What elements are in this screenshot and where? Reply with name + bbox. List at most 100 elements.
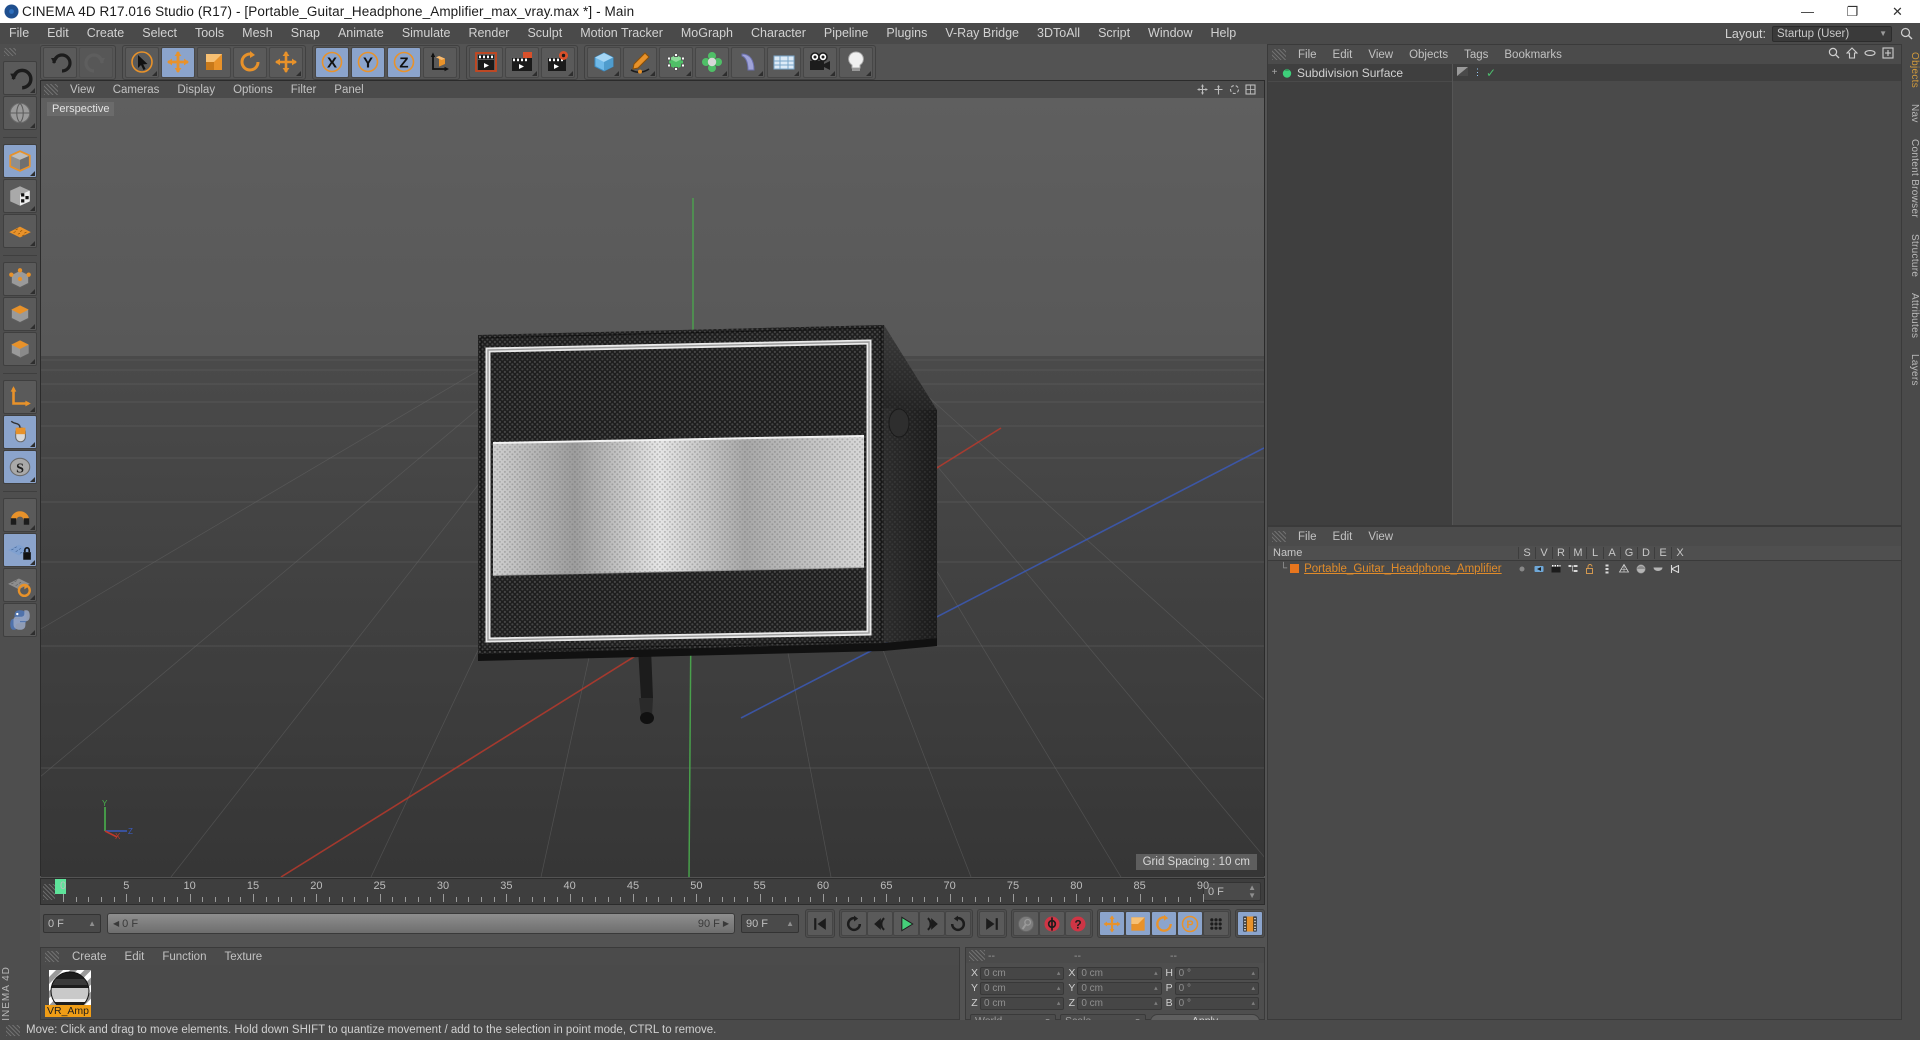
timeline-current-frame-field[interactable]: 0 F ▲ ▼ <box>1203 882 1261 901</box>
screen-icon[interactable] <box>1533 563 1545 575</box>
go-to-end-icon[interactable] <box>979 911 1005 936</box>
undo-icon[interactable] <box>3 61 37 95</box>
stepper-icon[interactable]: ▴ <box>1057 969 1061 977</box>
right-tab-structure[interactable]: Structure <box>1902 226 1920 285</box>
viewport-menu-options[interactable]: Options <box>224 84 282 96</box>
previous-frame-icon[interactable] <box>867 911 893 936</box>
stepper-icon[interactable]: ▲ <box>88 919 96 928</box>
add-deformer-icon[interactable] <box>731 46 765 78</box>
material-grip[interactable] <box>45 951 59 962</box>
polygon-mode-icon[interactable] <box>3 332 37 366</box>
timeline-grip[interactable] <box>43 883 55 900</box>
object-list-menu-edit[interactable]: Edit <box>1325 531 1361 543</box>
object-manager-menu-file[interactable]: File <box>1290 49 1325 61</box>
column-header-e[interactable]: E <box>1654 547 1671 559</box>
live-selection-globe-icon[interactable] <box>3 96 37 130</box>
viewport-solo-mouse-icon[interactable] <box>3 415 37 449</box>
autokeying-icon[interactable] <box>1039 911 1065 936</box>
edge-mode-icon[interactable] <box>3 297 37 331</box>
world-object-axis-icon[interactable] <box>3 380 37 414</box>
deform-icon[interactable] <box>1618 563 1630 575</box>
search-icon[interactable] <box>1898 26 1914 42</box>
stepper-icon[interactable]: ▴ <box>1154 969 1158 977</box>
keyframe-selection-icon[interactable]: ? <box>1065 911 1091 936</box>
make-editable-cube-icon[interactable] <box>3 144 37 178</box>
stepper-icon[interactable]: ▲ ▼ <box>1248 883 1256 900</box>
coordinate-input-3-1[interactable]: 0 ° ▴ <box>1174 981 1259 995</box>
phong-tag-icon[interactable] <box>1456 65 1469 81</box>
param-key-icon[interactable]: P <box>1177 911 1203 936</box>
live-selection-icon[interactable] <box>125 46 159 78</box>
coordinates-grip[interactable] <box>969 950 985 961</box>
menu-item-script[interactable]: Script <box>1089 23 1139 44</box>
column-header-x[interactable]: X <box>1671 547 1688 559</box>
column-header-l[interactable]: L <box>1586 547 1603 559</box>
object-tree-column[interactable]: + Subdivision Surface <box>1268 64 1453 525</box>
object-manager-menu-bookmarks[interactable]: Bookmarks <box>1496 49 1570 61</box>
coordinate-input-3-0[interactable]: 0 ° ▴ <box>1174 966 1259 980</box>
menu-item-pipeline[interactable]: Pipeline <box>815 23 877 44</box>
texture-axis-mode-icon[interactable] <box>3 179 37 213</box>
menu-item-mograph[interactable]: MoGraph <box>672 23 742 44</box>
menu-item-character[interactable]: Character <box>742 23 815 44</box>
layer-icon[interactable] <box>1601 563 1613 575</box>
timeline-track[interactable]: 0 5 10 15 20 25 30 35 40 45 50 55 60 65 70 75 80 85 90 <box>55 878 1209 905</box>
record-key-disabled-icon[interactable] <box>1013 911 1039 936</box>
position-key-icon[interactable] <box>1099 911 1125 936</box>
world-coordinate-icon[interactable] <box>423 46 457 78</box>
column-header-name[interactable]: Name <box>1268 547 1518 559</box>
menu-item-file[interactable]: File <box>0 23 38 44</box>
coordinate-input-1-0[interactable]: 0 cm ▴ <box>980 966 1065 980</box>
object-manager-menu-edit[interactable]: Edit <box>1325 49 1361 61</box>
stepper-icon[interactable]: ▴ <box>1251 999 1255 1007</box>
enable-axis-modification-icon[interactable] <box>3 214 37 248</box>
column-header-v[interactable]: V <box>1535 547 1552 559</box>
magnet-icon[interactable] <box>3 498 37 532</box>
menu-item-tools[interactable]: Tools <box>186 23 233 44</box>
column-header-r[interactable]: R <box>1552 547 1569 559</box>
render-to-picture-viewer-icon[interactable] <box>505 46 539 78</box>
maximize-button[interactable]: ❐ <box>1830 0 1875 23</box>
object-manager-body[interactable]: + Subdivision Surface ⋮ ✓ <box>1268 64 1901 525</box>
add-scene-environment-icon[interactable] <box>767 46 801 78</box>
timeline-scrub-bar[interactable]: ◀ 0 F 90 F ▶ <box>107 913 735 934</box>
add-spline-pen-icon[interactable] <box>623 46 657 78</box>
stepper-icon[interactable]: ▲ <box>786 919 794 928</box>
visibility-dots-icon[interactable]: ⋮ <box>1473 68 1482 77</box>
hierarchy-icon[interactable] <box>1567 563 1579 575</box>
coordinate-input-2-2[interactable]: 0 cm ▴ <box>1077 996 1162 1010</box>
go-to-start-icon[interactable] <box>807 911 833 936</box>
material-manager-body[interactable]: VR_Amp <box>41 965 959 1019</box>
right-tab-content-browser[interactable]: Content Browser <box>1902 131 1920 226</box>
menu-item-window[interactable]: Window <box>1139 23 1201 44</box>
add-mograph-icon[interactable] <box>695 46 729 78</box>
axis-y-icon[interactable]: Y <box>351 46 385 78</box>
rotate-camera-icon[interactable] <box>1229 84 1240 98</box>
timeline-filmstrip-icon[interactable] <box>1237 911 1263 936</box>
menu-item-3dtoall[interactable]: 3DToAll <box>1028 23 1089 44</box>
table-row[interactable]: └ Portable_Guitar_Headphone_Amplifier <box>1268 561 1901 576</box>
material-menu-function[interactable]: Function <box>153 951 215 963</box>
menu-item-help[interactable]: Help <box>1202 23 1246 44</box>
coordinate-input-3-2[interactable]: 0 ° ▴ <box>1174 996 1259 1010</box>
shader-icon[interactable] <box>1635 563 1647 575</box>
stepper-icon[interactable]: ▴ <box>1154 984 1158 992</box>
object-manager-grip[interactable] <box>1272 49 1286 60</box>
stepper-icon[interactable]: ▴ <box>1057 984 1061 992</box>
scale-camera-icon[interactable] <box>1213 84 1224 98</box>
scale-tool-icon[interactable] <box>197 46 231 78</box>
plus-box-icon[interactable] <box>1882 47 1894 62</box>
workplane-lock-icon[interactable] <box>3 533 37 567</box>
stepper-icon[interactable]: ▴ <box>1154 999 1158 1007</box>
right-tab-nav[interactable]: Nav <box>1902 96 1920 131</box>
up-arrow-icon[interactable] <box>1845 47 1859 62</box>
snap-s-icon[interactable]: S <box>3 450 37 484</box>
viewport-3d-canvas[interactable]: Perspective Y Z X Grid Spacing : 10 cm <box>41 98 1264 877</box>
minimize-button[interactable]: — <box>1785 0 1830 23</box>
check-icon[interactable]: ✓ <box>1486 66 1496 80</box>
cap-icon[interactable] <box>1652 563 1664 575</box>
toolbar-grip[interactable] <box>4 48 16 56</box>
object-manager-menu-objects[interactable]: Objects <box>1401 49 1456 61</box>
material-menu-texture[interactable]: Texture <box>215 951 271 963</box>
bone-icon[interactable] <box>1669 563 1681 575</box>
